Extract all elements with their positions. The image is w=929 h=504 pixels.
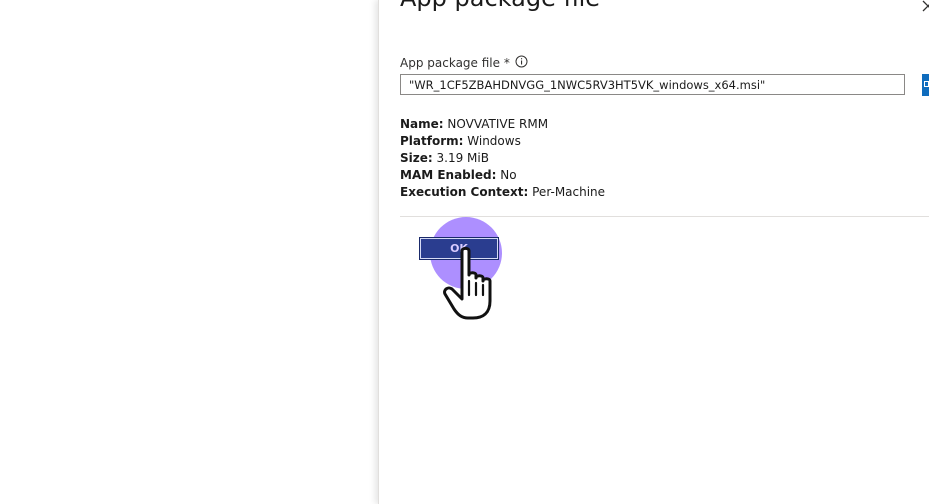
app-package-file-input[interactable] xyxy=(400,74,905,95)
detail-size: Size: 3.19 MiB xyxy=(400,151,489,165)
package-details: Name: NOVVATIVE RMM Platform: Windows Si… xyxy=(400,116,605,201)
detail-mam-enabled: MAM Enabled: No xyxy=(400,168,517,182)
hand-pointer-icon xyxy=(443,246,492,320)
detail-name: Name: NOVVATIVE RMM xyxy=(400,117,549,131)
folder-icon xyxy=(924,81,929,87)
close-icon xyxy=(922,0,929,12)
detail-platform: Platform: Windows xyxy=(400,134,521,148)
info-icon[interactable] xyxy=(515,55,528,68)
app-package-file-label: App package file * xyxy=(400,56,510,70)
close-button[interactable] xyxy=(918,0,929,16)
backdrop-area xyxy=(0,0,378,504)
detail-execution-context: Execution Context: Per-Machine xyxy=(400,185,606,199)
screen: App package file App package file * Name… xyxy=(0,0,929,504)
browse-file-button[interactable] xyxy=(922,74,929,96)
section-divider xyxy=(400,216,929,217)
panel-title: App package file xyxy=(400,0,600,12)
